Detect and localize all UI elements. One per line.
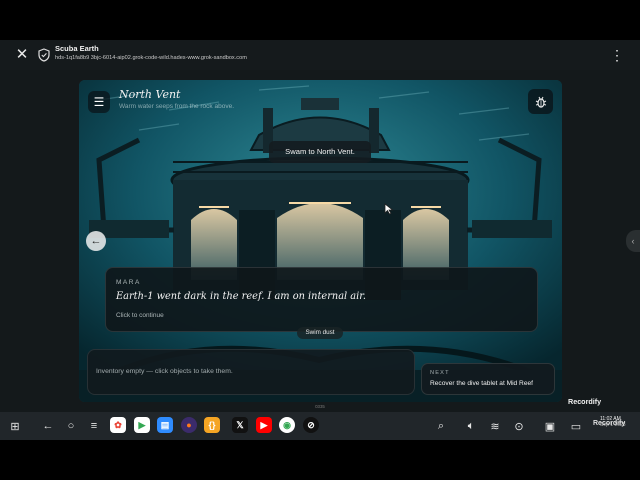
dialog-line: Earth-1 went dark in the reef. I am on i… (116, 291, 366, 302)
chevron-left-icon: ‹ (631, 236, 635, 246)
inventory-empty-text: Inventory empty — click objects to take … (96, 368, 233, 375)
mouse-cursor-icon (384, 203, 394, 215)
toast-message: Swam to North Vent. (269, 141, 371, 163)
dialog-speaker: MARA (116, 279, 141, 286)
scene-hotspot-label[interactable]: Swim dust (297, 327, 343, 339)
hamburger-icon: ☰ (93, 95, 105, 109)
play-store-icon[interactable]: ▶ (134, 417, 150, 433)
notifications-icon[interactable]: ▣ (542, 418, 558, 434)
more-options-icon[interactable]: ⋮ (609, 47, 625, 63)
next-label: NEXT (430, 370, 450, 376)
back-arrow-button[interactable]: ← (86, 231, 106, 251)
debug-button[interactable] (528, 89, 553, 114)
photos-icon[interactable]: ✿ (110, 417, 126, 433)
location-title: North Vent (119, 88, 181, 101)
page-title: Scuba Earth (55, 44, 99, 53)
next-objective-card[interactable]: NEXT Recover the dive tablet at Mid Reef (421, 363, 555, 395)
battery-icon: ▭ (570, 420, 582, 433)
inventory-panel[interactable]: Inventory empty — click objects to take … (87, 349, 415, 395)
grid-launcher-icon[interactable]: ⊞ (7, 418, 23, 434)
files-icon[interactable]: ▤ (157, 417, 173, 433)
top-letterbox (0, 0, 640, 40)
search-icon[interactable]: ⌕ (433, 418, 449, 434)
firefox-icon[interactable]: ● (181, 417, 197, 433)
braces-app-icon[interactable]: {} (204, 417, 220, 433)
bottom-letterbox (0, 440, 640, 480)
recordify-watermark-bottom: Recordify (593, 420, 626, 427)
url-text[interactable]: hds-1q1fa8b9 3bjc-6014-aip02.grok-code-w… (55, 55, 247, 61)
page-content: ☰ North Vent Warm water seeps from the r… (0, 70, 640, 412)
settings-icon[interactable]: ⊙ (511, 418, 527, 434)
back-nav-icon[interactable]: ← (40, 418, 56, 434)
taskbar: ⊞ ← ○ ≡ ✿ ▶ ▤ ● {} 𝕏 ▶ ◉ ⊘ ⌕ 🔈︎ ≋ ⊙ ▣ ▭ … (0, 412, 640, 440)
close-icon[interactable]: ✕ (13, 47, 31, 63)
location-subtitle: Warm water seeps from the rock above. (119, 103, 234, 110)
youtube-icon[interactable]: ▶ (256, 417, 272, 433)
x-icon[interactable]: 𝕏 (232, 417, 248, 433)
edge-handle[interactable]: ‹ (626, 230, 640, 252)
wifi-icon[interactable]: ≋ (487, 418, 503, 434)
bug-icon (535, 96, 546, 108)
dialog-box[interactable]: MARA Earth-1 went dark in the reef. I am… (105, 267, 538, 332)
home-icon[interactable]: ○ (63, 418, 79, 434)
app-icon[interactable]: ⊘ (303, 417, 319, 433)
chrome-icon[interactable]: ◉ (279, 417, 295, 433)
menu-button[interactable]: ☰ (88, 91, 110, 113)
arrow-left-icon: ← (90, 235, 102, 247)
browser-toolbar: ✕ Scuba Earth hds-1q1fa8b9 3bjc-6014-aip… (0, 40, 640, 70)
next-objective-text: Recover the dive tablet at Mid Reef (430, 380, 533, 387)
recents-icon[interactable]: ≡ (86, 418, 102, 434)
continue-hint: Click to continue (116, 312, 164, 319)
volume-icon[interactable]: 🔈︎ (463, 418, 479, 434)
center-caption: 0335 (315, 404, 325, 409)
shield-icon (38, 48, 50, 62)
